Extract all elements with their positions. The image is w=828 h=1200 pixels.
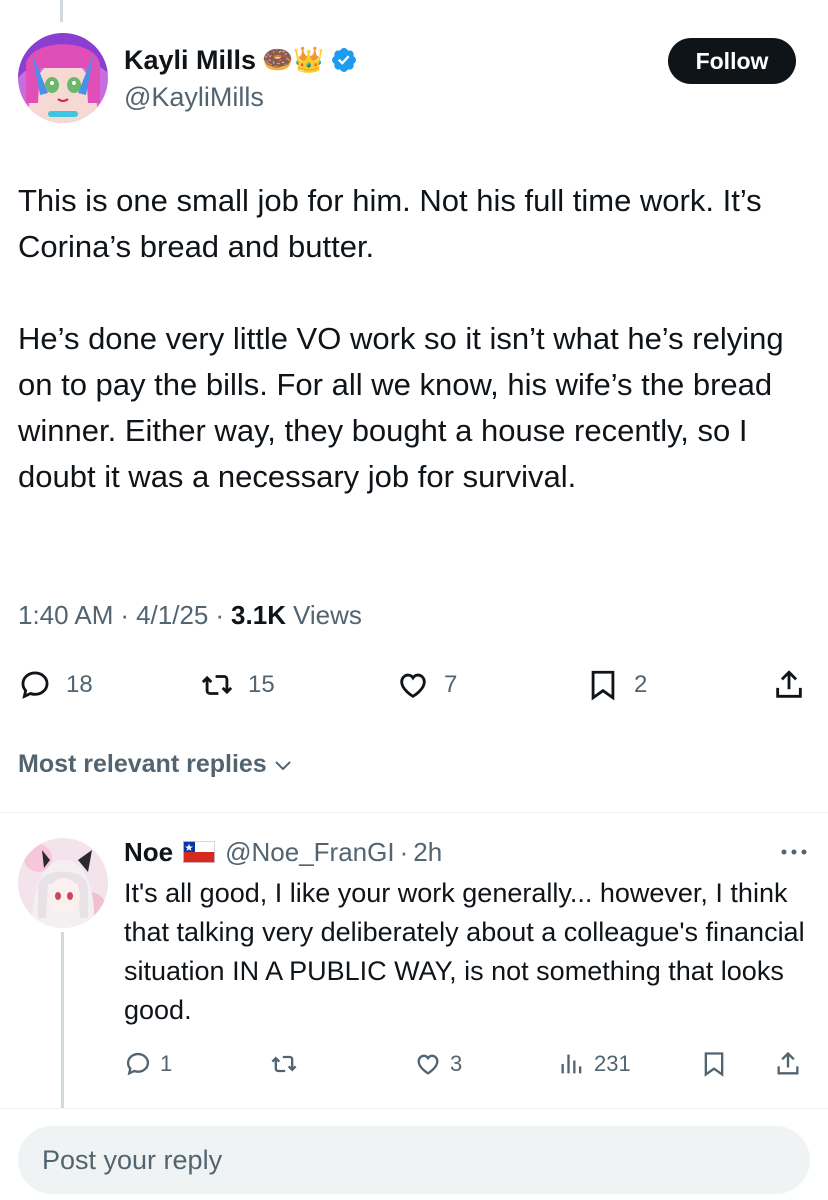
meta-separator: · xyxy=(215,600,225,630)
like-button[interactable]: 7 xyxy=(396,662,457,708)
views-label: Views xyxy=(292,600,362,630)
reply-count: 18 xyxy=(66,671,93,698)
reply-views-button[interactable]: 231 xyxy=(558,1046,631,1082)
meta-separator: · xyxy=(399,836,409,867)
reply-like-button[interactable]: 3 xyxy=(414,1046,462,1082)
reply-author-name[interactable]: Noe xyxy=(124,837,173,868)
reply-like-count: 3 xyxy=(450,1051,463,1076)
bookmark-button[interactable]: 2 xyxy=(586,662,647,708)
tweet-text: This is one small job for him. Not his f… xyxy=(18,178,818,500)
chevron-down-icon xyxy=(275,760,291,770)
repost-button[interactable]: 15 xyxy=(200,662,275,708)
reply-button[interactable]: 18 xyxy=(18,662,93,708)
chile-flag-icon xyxy=(183,841,216,863)
more-options-icon[interactable] xyxy=(776,838,812,866)
follow-button[interactable]: Follow xyxy=(668,38,796,84)
meta-separator: · xyxy=(120,600,130,630)
share-button[interactable] xyxy=(772,662,806,708)
author-name[interactable]: Kayli Mills xyxy=(124,45,256,76)
reply-sort-dropdown[interactable]: Most relevant replies xyxy=(18,750,295,779)
tweet-paragraph: He’s done very little VO work so it isn’… xyxy=(18,321,784,494)
like-icon xyxy=(400,673,426,698)
divider xyxy=(0,812,828,813)
repost-icon xyxy=(271,1055,297,1073)
like-icon xyxy=(417,1054,439,1075)
reply-input[interactable] xyxy=(42,1144,742,1176)
tweet-paragraph: This is one small job for him. Not his f… xyxy=(18,183,762,264)
reply-reply-button[interactable]: 1 xyxy=(124,1046,172,1082)
reply-reply-count: 1 xyxy=(160,1051,173,1076)
bookmark-count: 2 xyxy=(634,671,648,698)
reply-author-handle[interactable]: @Noe_FranGI xyxy=(225,837,394,868)
reply-text: It's all good, I like your work generall… xyxy=(124,878,805,1025)
reply-header: Noe @Noe_FranGI · 2h xyxy=(124,834,442,870)
views-count: 3.1K xyxy=(231,600,286,630)
reply-views-count: 231 xyxy=(594,1051,631,1076)
repost-count: 15 xyxy=(248,671,275,698)
repost-icon xyxy=(201,675,233,695)
tweet-meta: 1:40 AM · 4/1/25 · 3.1K Views xyxy=(18,600,362,631)
like-count: 7 xyxy=(444,671,458,698)
bookmark-icon xyxy=(591,670,615,701)
reply-time[interactable]: 2h xyxy=(413,837,442,868)
verified-badge-icon xyxy=(332,48,357,72)
tweet-actions: 18 15 7 2 xyxy=(0,662,828,712)
reply-sort-label: Most relevant replies xyxy=(18,750,267,778)
author-name-row: Kayli Mills 🍩👑 xyxy=(124,42,358,78)
tweet-time[interactable]: 1:40 AM xyxy=(18,600,113,631)
author-avatar[interactable] xyxy=(18,33,108,123)
share-icon xyxy=(776,670,802,698)
reply-icon xyxy=(126,1052,150,1076)
reply-bookmark-button[interactable] xyxy=(700,1046,728,1082)
reply-thread-line xyxy=(61,932,64,1108)
reply-avatar[interactable] xyxy=(18,838,108,928)
reply-share-button[interactable] xyxy=(774,1046,802,1082)
tweet-date[interactable]: 4/1/25 xyxy=(136,600,208,631)
reply-repost-button[interactable] xyxy=(270,1046,298,1082)
divider xyxy=(0,1108,828,1109)
author-handle[interactable]: @KayliMills xyxy=(124,82,264,113)
bookmark-icon xyxy=(704,1052,724,1077)
reply-composer[interactable] xyxy=(18,1126,810,1194)
share-icon xyxy=(777,1051,799,1075)
author-emojis: 🍩👑 xyxy=(262,45,325,74)
reply-icon xyxy=(21,671,49,699)
thread-connector-line xyxy=(60,0,63,22)
views-chart-icon xyxy=(561,1054,582,1074)
